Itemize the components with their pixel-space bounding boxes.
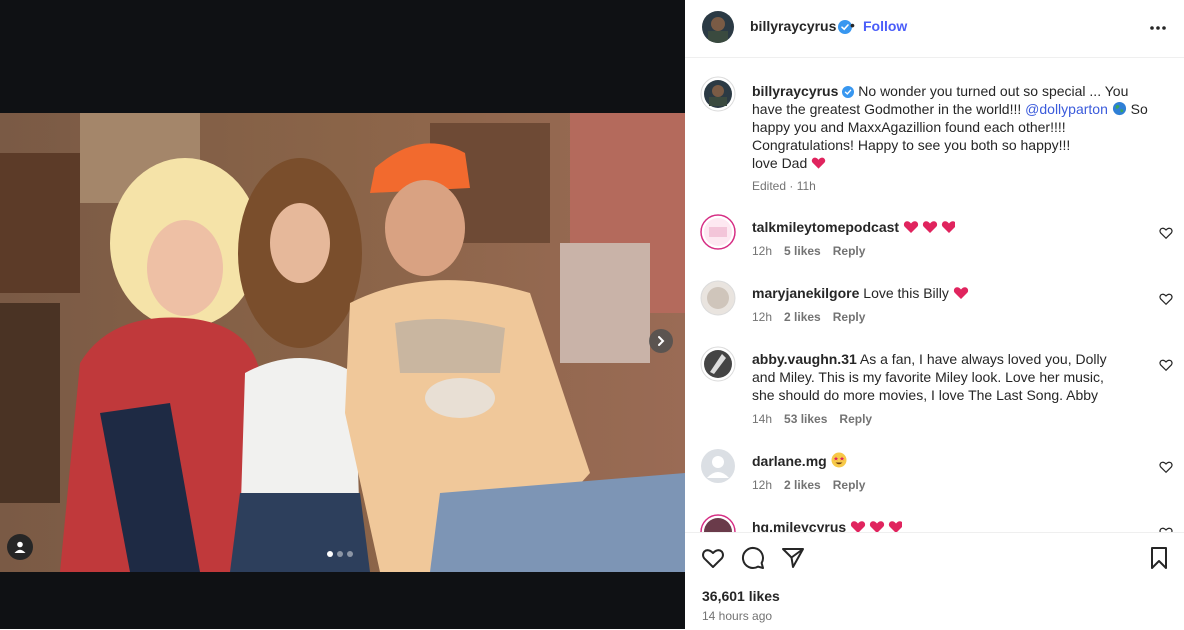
comment-username[interactable]: abby.vaughn.31 [752,351,857,367]
chevron-right-icon [658,336,665,346]
globe-emoji-icon [1112,101,1126,116]
avatar-image [700,76,736,112]
share-icon[interactable] [781,546,805,570]
comment-likes[interactable]: 2 likes [784,310,821,324]
avatar-image [700,214,736,250]
comment-likes[interactable]: 5 likes [784,244,821,258]
reply-button[interactable]: Reply [833,310,866,324]
comment-username[interactable]: darlane.mg [752,453,827,469]
star-struck-emoji-icon [831,452,847,468]
reply-button[interactable]: Reply [839,412,872,426]
next-image-button[interactable] [649,329,673,353]
carousel-dot-active [327,551,333,557]
post-likes-count[interactable]: 36,601 likes [702,588,780,604]
comment-username[interactable]: talkmileytomepodcast [752,219,899,235]
comment-meta: 14h 53 likes Reply [752,412,872,426]
carousel-indicator [327,551,353,557]
comment-item: talkmileytomepodcast 12h 5 likes Reply [700,214,1173,274]
commenter-avatar[interactable] [700,214,736,250]
comment-username[interactable]: maryjanekilgore [752,285,859,301]
commenter-avatar[interactable] [700,448,736,484]
carousel-dot [347,551,353,557]
media-pane [0,0,685,629]
like-comment-heart-icon[interactable] [1159,358,1173,372]
reply-button[interactable]: Reply [833,244,866,258]
post-footer: 36,601 likes 14 hours ago [685,532,1184,630]
caption-edited-time: Edited · 11h [752,179,816,193]
comment-time: 12h [752,244,773,258]
verified-badge-icon [842,86,855,98]
commenter-avatar[interactable] [700,280,736,316]
post-actions [701,546,805,570]
carousel-dot [337,551,343,557]
red-heart-emoji-icon [953,287,968,299]
tagged-users-button[interactable] [7,534,33,560]
comment-time: 12h [752,310,773,324]
post-timestamp[interactable]: 14 hours ago [702,609,772,623]
avatar-image [702,11,734,43]
post-photo[interactable] [0,113,685,572]
caption-text: billyraycyrus No wonder you turned out s… [752,82,1150,172]
comment-text: darlane.mg [752,452,1112,470]
author-username[interactable]: billyraycyrus [750,18,836,34]
comment-time: 14h [752,412,773,426]
comment-likes[interactable]: 2 likes [784,478,821,492]
commenter-avatar[interactable] [700,346,736,382]
mention-link[interactable]: @dollyparton [1025,101,1108,117]
comment-meta: 12h 2 likes Reply [752,310,865,324]
follow-button[interactable]: Follow [863,18,907,34]
caption-avatar[interactable] [700,76,736,112]
comment-icon[interactable] [741,546,765,570]
photo-illustration [0,113,685,572]
avatar-image [700,280,736,316]
avatar-image [700,346,736,382]
comment-item: maryjanekilgore Love this Billy 12h 2 li… [700,280,1173,340]
post-header: billyraycyrus • Follow [685,0,1184,58]
like-comment-heart-icon[interactable] [1159,460,1173,474]
like-comment-heart-icon[interactable] [1159,292,1173,306]
three-hearts-emoji-icon [903,219,955,235]
comment-text: talkmileytomepodcast [752,218,1112,236]
like-comment-heart-icon[interactable] [1159,226,1173,240]
comment-text: abby.vaughn.31 As a fan, I have always l… [752,350,1112,404]
caption-signoff: love Dad [752,155,808,171]
comment-likes[interactable]: 53 likes [784,412,827,426]
comment-body: Love this Billy [863,285,949,301]
reply-button[interactable]: Reply [833,478,866,492]
comment-meta: 12h 5 likes Reply [752,244,865,258]
comment-text: maryjanekilgore Love this Billy [752,284,1112,302]
comment-item: darlane.mg 12h 2 likes Reply [700,448,1173,508]
comment-meta: 12h 2 likes Reply [752,478,865,492]
author-avatar[interactable] [702,11,734,43]
user-icon [14,541,26,553]
bookmark-icon[interactable] [1147,546,1171,570]
more-horizontal-icon[interactable] [1148,18,1168,38]
default-avatar-icon [701,449,735,483]
red-heart-emoji-icon [811,157,826,169]
post-side-panel: billyraycyrus • Follow billyraycyrus No … [685,0,1184,630]
caption-username[interactable]: billyraycyrus [752,83,838,99]
separator-dot: • [850,17,855,33]
comment-time: 12h [752,478,773,492]
like-heart-icon[interactable] [701,546,725,570]
comment-item: abby.vaughn.31 As a fan, I have always l… [700,346,1173,436]
